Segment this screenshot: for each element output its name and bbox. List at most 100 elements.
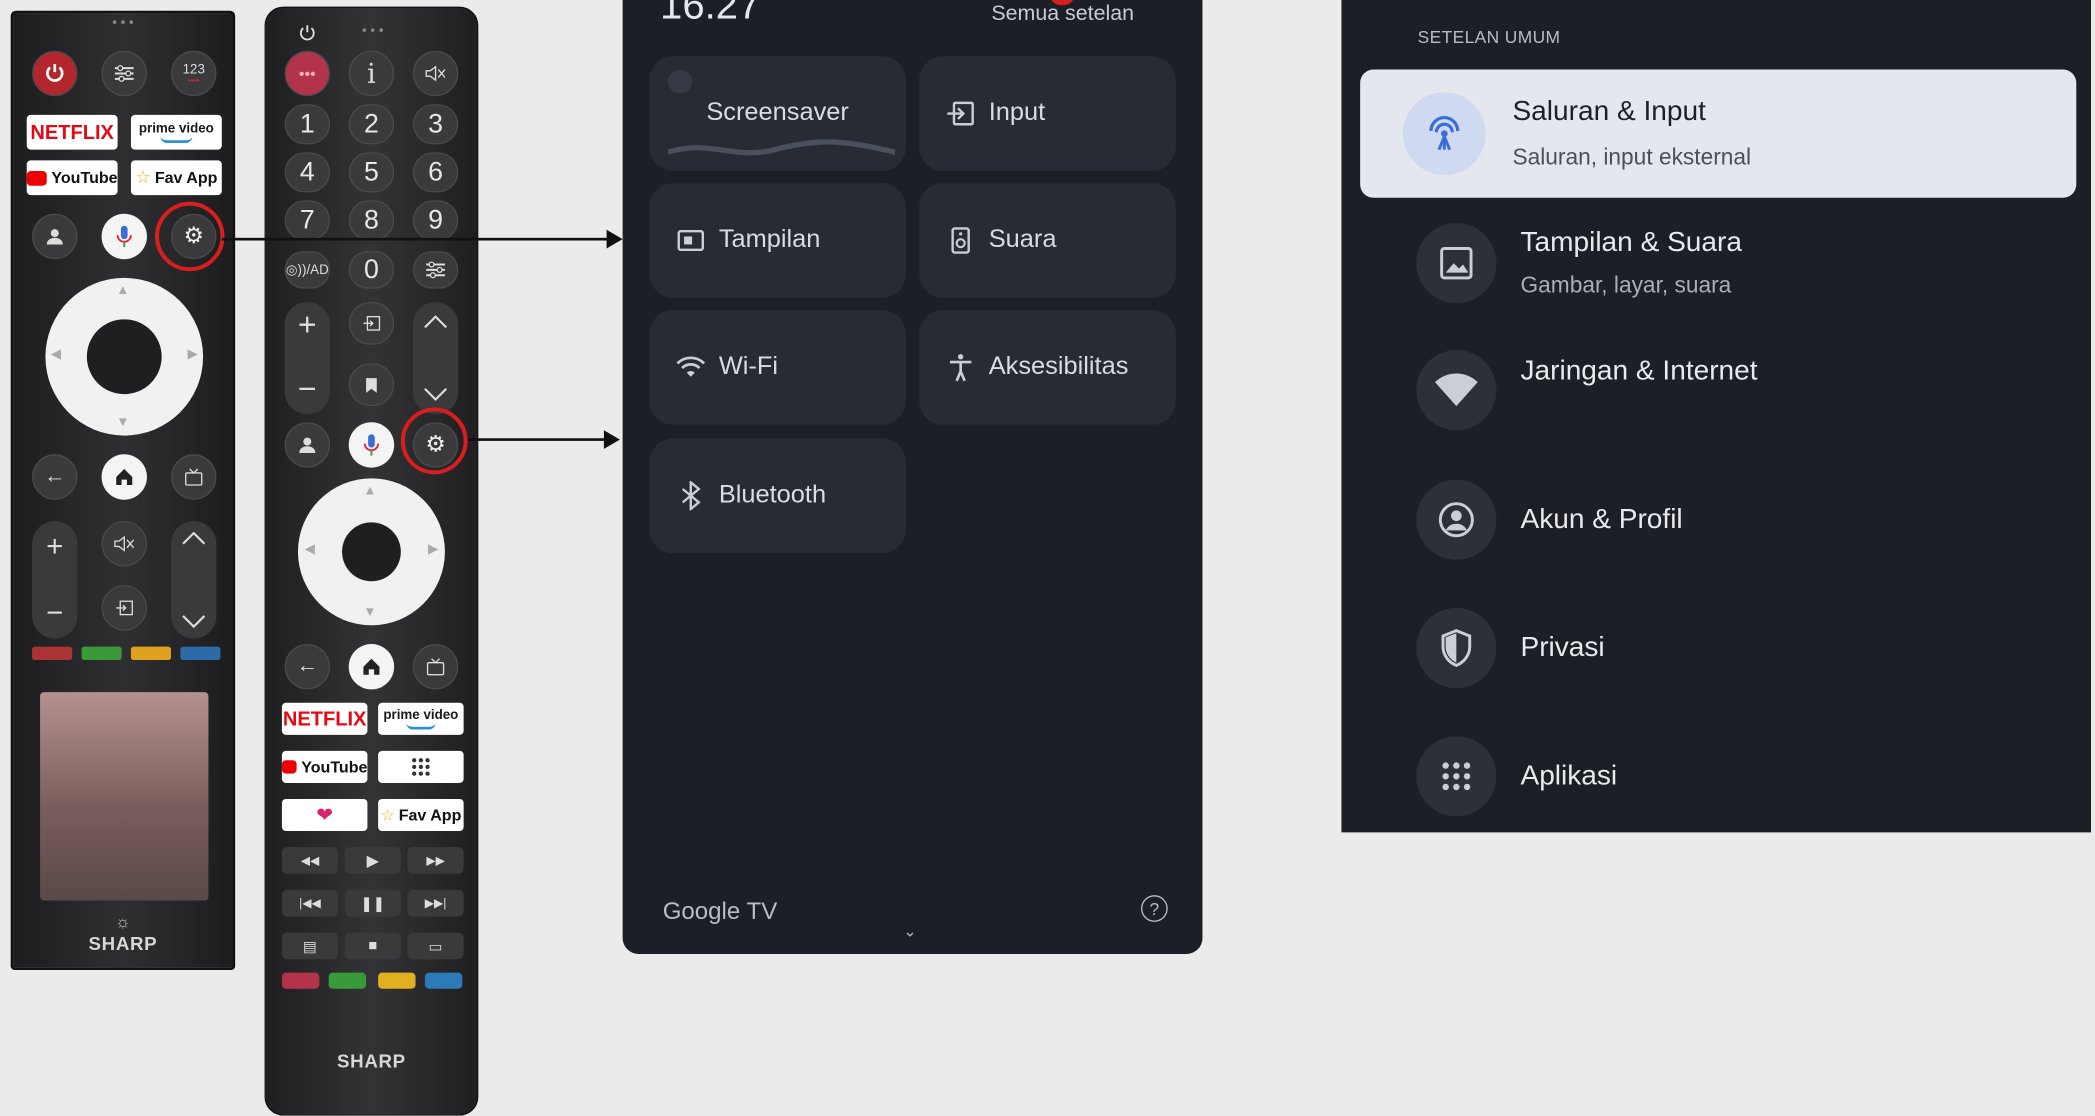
blue-button[interactable] <box>424 972 463 989</box>
pause-button[interactable]: ❚❚ <box>344 889 401 917</box>
back-button[interactable]: ← <box>32 454 78 500</box>
tv-button[interactable] <box>412 644 459 690</box>
green-button[interactable] <box>81 646 122 661</box>
tile-screensaver[interactable]: Screensaver <box>649 56 906 172</box>
digit-label: 9 <box>428 205 444 235</box>
item-title: Saluran & Input <box>1512 96 1706 127</box>
settings-item-apps[interactable]: Aplikasi <box>1416 720 2077 832</box>
blue-button[interactable] <box>180 646 221 661</box>
ok-button[interactable] <box>86 319 162 395</box>
netflix-button[interactable]: NETFLIX <box>26 114 118 150</box>
previous-button[interactable]: |◀◀ <box>281 889 339 917</box>
tile-bluetooth[interactable]: Bluetooth <box>649 438 906 554</box>
volume-rocker[interactable]: + − <box>284 301 331 415</box>
profile-button[interactable] <box>284 422 331 468</box>
digit-1-button[interactable]: 1 <box>284 104 331 145</box>
tile-wifi[interactable]: Wi-Fi <box>649 309 906 425</box>
home-button[interactable] <box>101 454 147 500</box>
mute-button[interactable] <box>101 521 147 567</box>
skip-forward-icon: ▶▶| <box>424 895 447 910</box>
digit-2-button[interactable]: 2 <box>348 104 395 145</box>
home-button[interactable] <box>348 644 395 690</box>
input-button[interactable] <box>348 301 395 345</box>
digit-7-button[interactable]: 7 <box>284 200 331 241</box>
ok-button[interactable] <box>342 522 401 582</box>
dpad[interactable]: ▲ ▼ ◀ ▶ <box>297 478 445 626</box>
indicator-dots: • • • <box>362 23 384 39</box>
next-button[interactable]: ▶▶| <box>407 889 464 917</box>
power-button[interactable] <box>32 50 78 97</box>
mute-button[interactable] <box>412 50 459 97</box>
netflix-button[interactable]: NETFLIX <box>281 702 368 735</box>
digit-3-button[interactable]: 3 <box>412 104 459 145</box>
favorite-button[interactable]: ❤ <box>281 798 368 832</box>
tile-label: Screensaver <box>706 98 849 127</box>
audio-description-button[interactable]: ◎))/AD <box>284 251 331 289</box>
digit-8-button[interactable]: 8 <box>348 200 395 241</box>
prime-video-button[interactable]: prime video <box>130 114 222 150</box>
help-icon[interactable]: ? <box>1141 895 1168 922</box>
channel-rocker[interactable] <box>171 521 217 639</box>
yellow-button[interactable] <box>378 972 416 989</box>
fast-forward-button[interactable]: ▶▶ <box>407 847 464 874</box>
mic-icon <box>363 434 380 456</box>
color-input-button[interactable]: ••• <box>284 50 331 97</box>
stop-button[interactable]: ■ <box>344 932 401 960</box>
dpad[interactable]: ▲ ▼ ◀ ▶ <box>45 277 204 436</box>
color-dots-icon: •••• <box>188 76 200 85</box>
prime-video-button[interactable]: prime video <box>378 702 464 735</box>
tile-accessibility[interactable]: Aksesibilitas <box>919 309 1176 425</box>
red-button[interactable] <box>281 972 320 989</box>
back-button[interactable]: ← <box>284 644 331 690</box>
settings-item-display-sound[interactable]: Tampilan & Suara Gambar, layar, suara <box>1416 207 2077 319</box>
input-button[interactable] <box>101 585 147 631</box>
digit-4-button[interactable]: 4 <box>284 152 331 193</box>
rewind-button[interactable]: ◀◀ <box>281 847 339 874</box>
apps-button[interactable] <box>378 750 464 783</box>
mic-button[interactable] <box>101 213 147 260</box>
digit-6-button[interactable]: 6 <box>412 152 459 193</box>
play-button[interactable]: ▶ <box>344 847 401 874</box>
tile-input[interactable]: Input <box>919 56 1176 172</box>
digit-label: 7 <box>299 205 315 235</box>
youtube-button[interactable]: YouTube <box>281 750 368 783</box>
digit-5-button[interactable]: 5 <box>348 152 395 193</box>
settings-item-channels-input[interactable]: Saluran & Input Saluran, input eksternal <box>1360 69 2077 198</box>
tile-display[interactable]: Tampilan <box>649 183 906 298</box>
digit-0-button[interactable]: 0 <box>348 251 395 289</box>
yellow-button[interactable] <box>130 646 172 661</box>
chevron-down-icon[interactable]: ⌄ <box>903 922 916 941</box>
picture-settings-button[interactable] <box>101 50 147 97</box>
play-icon: ▶ <box>366 851 379 870</box>
fav-app-button[interactable]: ☆ Fav App <box>130 160 222 196</box>
teletext-button[interactable]: ▤ <box>281 932 339 960</box>
subtitle-button[interactable]: ▭ <box>407 932 464 960</box>
item-subtitle: Gambar, layar, suara <box>1520 272 1732 298</box>
bookmark-button[interactable] <box>348 363 395 407</box>
digit-9-button[interactable]: 9 <box>412 200 459 241</box>
settings-item-account[interactable]: Akun & Profil <box>1416 464 2077 576</box>
red-button[interactable] <box>32 646 73 661</box>
picture-settings-button[interactable] <box>412 251 459 289</box>
item-title: Privasi <box>1520 631 1605 663</box>
mic-button[interactable] <box>348 422 395 468</box>
profile-button[interactable] <box>32 213 78 260</box>
fav-app-button[interactable]: ☆ Fav App <box>378 798 464 832</box>
apps-grid-icon <box>412 758 430 776</box>
numbers-button[interactable]: 123 •••• <box>171 50 217 97</box>
info-button[interactable]: i <box>348 50 395 97</box>
tv-icon <box>185 468 203 486</box>
settings-item-network[interactable]: Jaringan & Internet <box>1416 334 2077 446</box>
power-button[interactable] <box>295 21 319 45</box>
input-icon <box>116 600 133 616</box>
channel-rocker[interactable] <box>412 301 459 415</box>
tv-button[interactable] <box>171 454 217 500</box>
stop-icon: ■ <box>368 937 378 954</box>
youtube-button[interactable]: YouTube <box>26 160 118 196</box>
volume-rocker[interactable]: + − <box>32 521 78 639</box>
tile-sound[interactable]: Suara <box>919 183 1176 298</box>
all-settings-link[interactable]: Semua setelan <box>991 3 1134 27</box>
green-button[interactable] <box>328 972 367 989</box>
dpad-right-icon: ▶ <box>427 542 439 558</box>
settings-item-privacy[interactable]: Privasi <box>1416 592 2077 704</box>
